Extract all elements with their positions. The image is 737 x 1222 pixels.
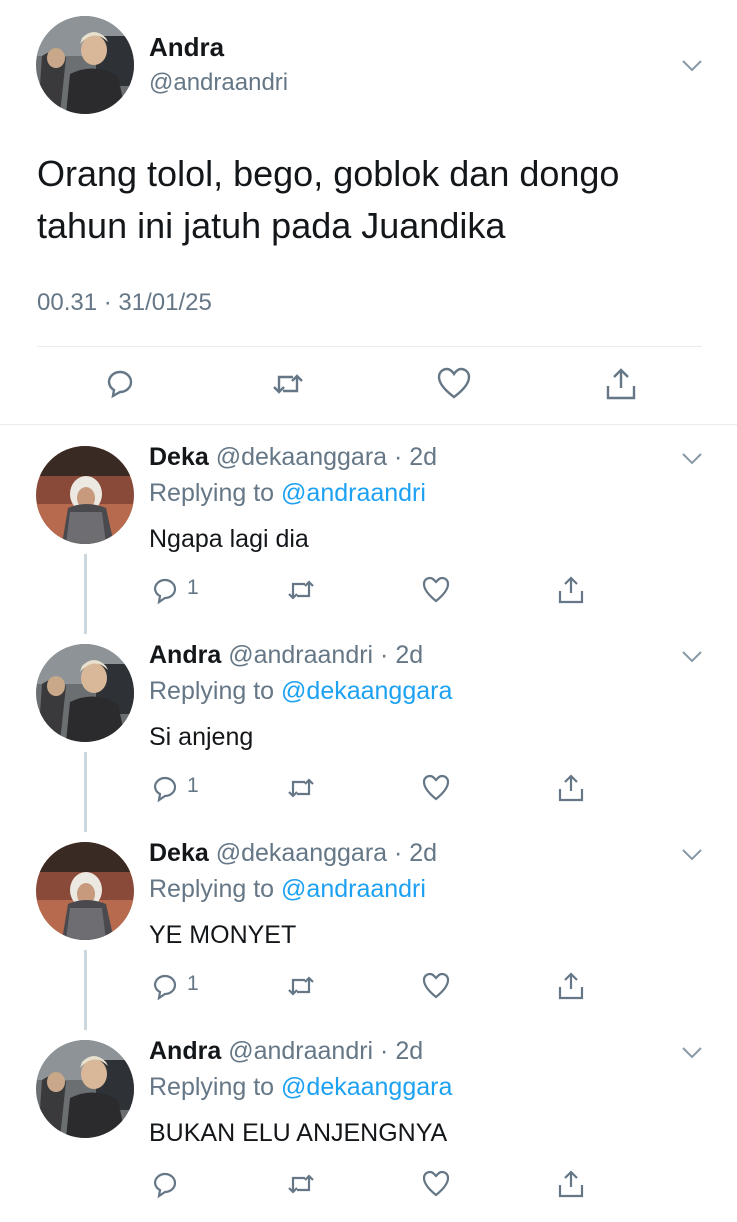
avatar-deka[interactable]	[36, 842, 134, 940]
reply-count: 1	[187, 576, 199, 599]
chevron-down-icon[interactable]	[681, 452, 703, 466]
reply-icon[interactable]	[103, 366, 139, 402]
replying-label: Replying to	[149, 479, 275, 507]
reply-text: Ngapa lagi dia	[149, 525, 309, 553]
like-icon[interactable]	[421, 773, 451, 803]
thread-line	[84, 752, 87, 832]
tweet-text: Orang tolol, bego, goblok dan dongo tahu…	[37, 148, 697, 252]
reply-header: Andra @andraandri · 2d	[149, 641, 423, 670]
avatar-deka[interactable]	[36, 446, 134, 544]
divider	[0, 424, 737, 425]
avatar-andra[interactable]	[36, 1040, 134, 1138]
reply-header: Deka @dekaanggara · 2d	[149, 839, 437, 868]
author-handle[interactable]: @andraandri · 2d	[228, 1037, 423, 1065]
chevron-down-icon[interactable]	[681, 59, 703, 73]
chevron-down-icon[interactable]	[681, 1046, 703, 1060]
replying-to: Replying to @andraandri	[149, 479, 426, 508]
like-icon[interactable]	[421, 1169, 451, 1199]
divider	[37, 346, 702, 347]
chevron-down-icon[interactable]	[681, 650, 703, 664]
retweet-icon[interactable]	[285, 773, 317, 803]
avatar-andra[interactable]	[36, 16, 134, 114]
thread-line	[84, 554, 87, 634]
like-icon[interactable]	[436, 366, 472, 402]
replying-label: Replying to	[149, 677, 275, 705]
like-icon[interactable]	[421, 971, 451, 1001]
replying-label: Replying to	[149, 875, 275, 903]
author-name[interactable]: Andra	[149, 641, 221, 669]
reply-tweet[interactable]: Deka @dekaanggara · 2d Replying to @andr…	[0, 826, 737, 1030]
like-icon[interactable]	[421, 575, 451, 605]
reply-tweet[interactable]: Andra @andraandri · 2d Replying to @deka…	[0, 1024, 737, 1222]
mention-link[interactable]: @andraandri	[281, 875, 426, 903]
replying-to: Replying to @andraandri	[149, 875, 426, 904]
share-icon[interactable]	[556, 971, 586, 1001]
author-handle[interactable]: @andraandri · 2d	[228, 641, 423, 669]
author-handle[interactable]: @andraandri	[149, 69, 288, 97]
reply-icon[interactable]	[151, 575, 181, 605]
tweet-text-line: tahun ini jatuh pada Juandika	[37, 205, 506, 246]
reply-icon[interactable]	[151, 971, 181, 1001]
share-icon[interactable]	[556, 773, 586, 803]
reply-count: 1	[187, 972, 199, 995]
author-handle[interactable]: @dekaanggara · 2d	[216, 443, 437, 471]
mention-link[interactable]: @dekaanggara	[281, 1073, 452, 1101]
tweet-timestamp[interactable]: 00.31 · 31/01/25	[37, 289, 212, 317]
share-icon[interactable]	[556, 575, 586, 605]
author-name[interactable]: Andra	[149, 1037, 221, 1065]
reply-icon[interactable]	[151, 773, 181, 803]
reply-tweet[interactable]: Andra @andraandri · 2d Replying to @deka…	[0, 628, 737, 832]
retweet-icon[interactable]	[270, 366, 306, 402]
replying-to: Replying to @dekaanggara	[149, 677, 452, 706]
retweet-icon[interactable]	[285, 971, 317, 1001]
reply-tweet[interactable]: Deka @dekaanggara · 2d Replying to @andr…	[0, 430, 737, 634]
mention-link[interactable]: @dekaanggara	[281, 677, 452, 705]
retweet-icon[interactable]	[285, 1169, 317, 1199]
replying-label: Replying to	[149, 1073, 275, 1101]
reply-text: Si anjeng	[149, 723, 254, 751]
tweet-text-line: Orang tolol, bego, goblok dan dongo	[37, 153, 620, 194]
replying-to: Replying to @dekaanggara	[149, 1073, 452, 1102]
share-icon[interactable]	[603, 366, 639, 402]
author-name[interactable]: Deka	[149, 443, 209, 471]
reply-text: YE MONYET	[149, 921, 297, 949]
reply-header: Andra @andraandri · 2d	[149, 1037, 423, 1066]
reply-header: Deka @dekaanggara · 2d	[149, 443, 437, 472]
reply-text: BUKAN ELU ANJENGNYA	[149, 1119, 448, 1147]
retweet-icon[interactable]	[285, 575, 317, 605]
author-name[interactable]: Deka	[149, 839, 209, 867]
reply-count: 1	[187, 774, 199, 797]
share-icon[interactable]	[556, 1169, 586, 1199]
reply-icon[interactable]	[151, 1169, 181, 1199]
chevron-down-icon[interactable]	[681, 848, 703, 862]
author-name[interactable]: Andra	[149, 32, 224, 63]
thread-line	[84, 950, 87, 1030]
mention-link[interactable]: @andraandri	[281, 479, 426, 507]
author-handle[interactable]: @dekaanggara · 2d	[216, 839, 437, 867]
avatar-andra[interactable]	[36, 644, 134, 742]
